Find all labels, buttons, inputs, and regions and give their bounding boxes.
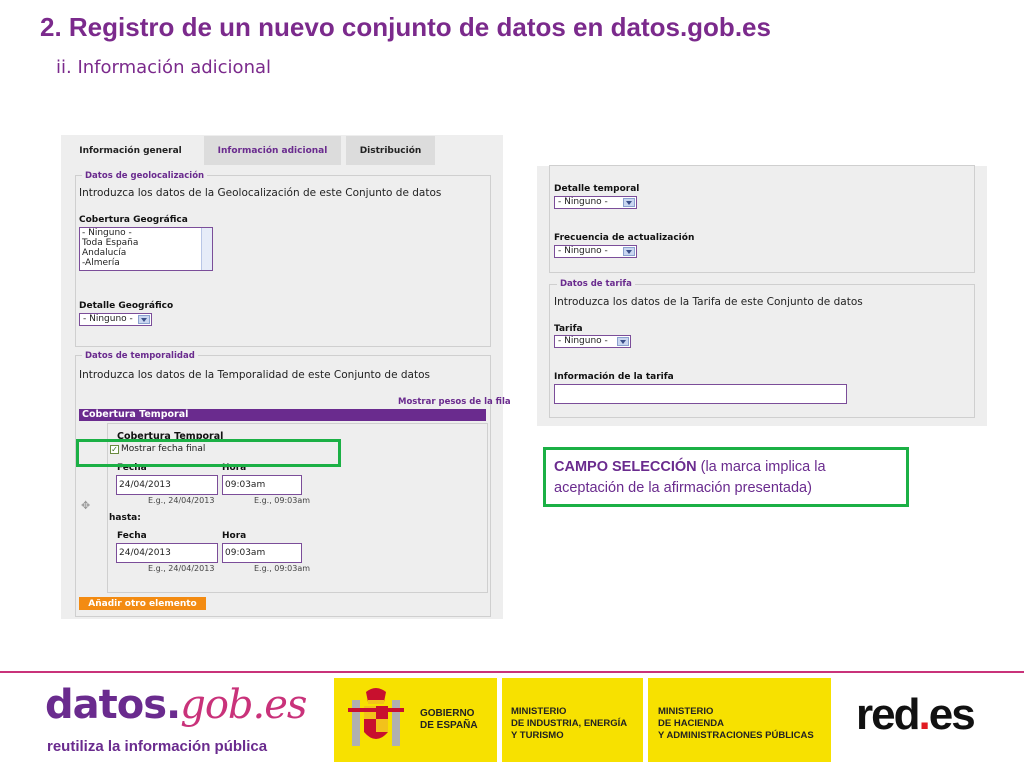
geolocation-legend: Datos de geolocalización [82, 171, 208, 181]
temporal-legend: Datos de temporalidad [82, 351, 198, 361]
checkbox-highlight-box [76, 439, 341, 467]
ministerio-hacienda-text: MINISTERIO DE HACIENDA Y ADMINISTRACIONE… [658, 706, 814, 741]
geo-detail-value: - Ninguno - [83, 314, 133, 324]
end-time-hint: E.g., 09:03am [254, 564, 311, 573]
gobierno-text: GOBIERNO DE ESPAÑA [420, 708, 478, 731]
callout-text: CAMPO SELECCIÓN (la marca implica la ace… [554, 457, 874, 499]
tariff-intro: Introduzca los datos de la Tarifa de est… [554, 296, 863, 308]
list-item[interactable]: Toda España [80, 238, 212, 248]
chevron-down-icon [623, 247, 635, 256]
footer-divider [0, 671, 1024, 673]
geo-detail-select[interactable]: - Ninguno - [79, 313, 152, 326]
coat-of-arms-icon [348, 688, 404, 746]
geolocation-intro: Introduzca los datos de la Geolocalizaci… [79, 187, 442, 199]
listbox-scrollbar[interactable] [201, 228, 212, 270]
callout-bold: CAMPO SELECCIÓN [554, 459, 697, 475]
slide-title: 2. Registro de un nuevo conjunto de dato… [40, 12, 771, 42]
list-item[interactable]: - Ninguno - [80, 228, 212, 238]
ministerio-industria-text: MINISTERIO DE INDUSTRIA, ENERGÍA Y TURIS… [511, 706, 628, 741]
left-form-screenshot: Información general Información adiciona… [61, 135, 511, 619]
start-date-input[interactable]: 24/04/2013 [116, 475, 218, 495]
start-time-input[interactable]: 09:03am [222, 475, 302, 495]
temporal-detail-value: - Ninguno - [558, 197, 608, 207]
coverage-listbox[interactable]: - Ninguno - Toda España Andalucía -Almer… [79, 227, 213, 271]
end-date-hint: E.g., 24/04/2013 [148, 564, 215, 573]
ministerio-industria-logo: MINISTERIO DE INDUSTRIA, ENERGÍA Y TURIS… [502, 678, 643, 762]
tariff-info-label: Información de la tarifa [554, 372, 674, 382]
end-time-label: Hora [222, 531, 247, 541]
list-item[interactable]: Andalucía [80, 248, 212, 258]
frequency-value: - Ninguno - [558, 246, 608, 256]
chevron-down-icon [623, 198, 635, 207]
tariff-select[interactable]: - Ninguno - [554, 335, 631, 348]
frequency-label: Frecuencia de actualización [554, 233, 695, 243]
red-es-logo: red.es [856, 690, 976, 740]
tab-distribucion[interactable]: Distribución [346, 136, 435, 165]
logo-datos-text: datos. [45, 682, 181, 728]
slide-subtitle: ii. Información adicional [56, 57, 272, 78]
add-element-button[interactable]: Añadir otro elemento [79, 597, 206, 610]
logo-gob-text: gob.es [180, 682, 307, 728]
tab-informacion-general[interactable]: Información general [61, 136, 200, 165]
end-date-label: Fecha [117, 531, 147, 541]
list-item[interactable]: -Almería [80, 258, 212, 268]
coverage-label: Cobertura Geográfica [79, 215, 188, 225]
right-form-screenshot: Detalle temporal - Ninguno - Frecuencia … [537, 165, 987, 426]
start-time-hint: E.g., 09:03am [254, 496, 311, 505]
red-es-part1: red [856, 690, 921, 739]
start-date-hint: E.g., 24/04/2013 [148, 496, 215, 505]
drag-cross-icon[interactable]: ✥ [81, 499, 90, 512]
tariff-label: Tarifa [554, 324, 583, 334]
show-row-weights-link[interactable]: Mostrar pesos de la fila [398, 397, 511, 407]
logo-tagline: reutiliza la información pública [47, 738, 268, 755]
temporal-detail-select[interactable]: - Ninguno - [554, 196, 637, 209]
until-label: hasta: [109, 513, 141, 523]
chevron-down-icon [617, 337, 629, 346]
ministerio-hacienda-logo: MINISTERIO DE HACIENDA Y ADMINISTRACIONE… [648, 678, 831, 762]
tab-informacion-adicional[interactable]: Información adicional [204, 136, 341, 165]
end-time-input[interactable]: 09:03am [222, 543, 302, 563]
red-es-dot: . [918, 690, 930, 739]
tariff-legend: Datos de tarifa [557, 279, 635, 289]
end-date-input[interactable]: 24/04/2013 [116, 543, 218, 563]
tariff-value: - Ninguno - [558, 336, 608, 346]
red-es-part2: es [928, 690, 976, 739]
geo-detail-label: Detalle Geográfico [79, 301, 174, 311]
datos-gob-logo: datos.gob.es [45, 682, 307, 728]
tariff-info-input[interactable] [554, 384, 847, 404]
temporal-coverage-header: Cobertura Temporal [79, 409, 486, 421]
chevron-down-icon [138, 315, 150, 324]
frequency-select[interactable]: - Ninguno - [554, 245, 637, 258]
temporal-detail-label: Detalle temporal [554, 184, 640, 194]
temporal-intro: Introduzca los datos de la Temporalidad … [79, 369, 430, 381]
gobierno-espana-logo: GOBIERNO DE ESPAÑA [334, 678, 497, 762]
